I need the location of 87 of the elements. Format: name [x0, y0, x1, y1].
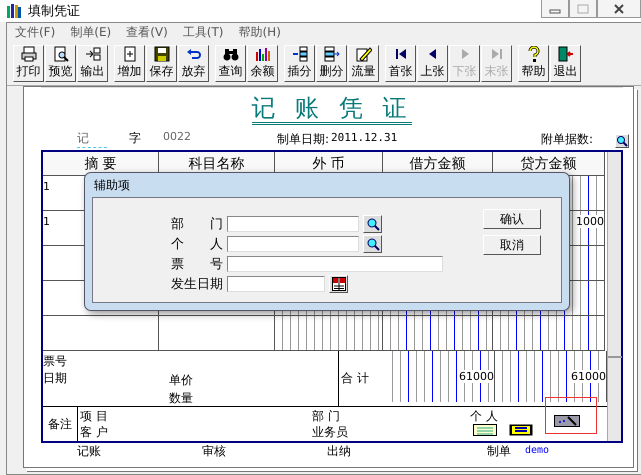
search-icon: [616, 135, 628, 147]
customer-label: 客 户: [80, 424, 108, 440]
close-button[interactable]: [597, 0, 641, 18]
field-label: 票 号: [171, 256, 223, 273]
person-label: 个 人: [469, 408, 498, 424]
dialog-button[interactable]: 取消: [483, 235, 541, 255]
calendar-icon: [332, 277, 346, 291]
toolbar-button[interactable]: 输出: [77, 44, 108, 82]
scrollbar[interactable]: [607, 152, 621, 441]
minimize-button[interactable]: [541, 0, 569, 18]
toolbar-button[interactable]: 上张: [417, 44, 448, 82]
maximize-icon: [577, 4, 589, 14]
export-icon: [84, 46, 100, 62]
signature-label: 制单: [487, 443, 511, 459]
toolbar-button[interactable]: 查询: [215, 44, 246, 82]
pencil-paper-icon: [356, 46, 372, 62]
menu-item[interactable]: 制单(E): [70, 24, 112, 40]
close-icon: [613, 4, 625, 14]
input-field[interactable]: [227, 256, 443, 272]
voucher-type-field[interactable]: 记: [77, 130, 107, 148]
search-icon: [366, 237, 380, 251]
debit-total: 61000: [459, 370, 494, 383]
quantity-label: 数量: [169, 390, 193, 407]
scrollbar-thumb[interactable]: [608, 356, 622, 358]
question-mark-icon: [526, 46, 542, 62]
toolbar-button[interactable]: 删分: [316, 44, 347, 82]
department-label: 部 门: [312, 408, 340, 424]
calendar-button[interactable]: [329, 275, 348, 293]
toolbar-button[interactable]: 增加: [114, 44, 145, 82]
binoculars-icon: [222, 46, 238, 62]
toolbar-button[interactable]: 放弃: [178, 44, 209, 82]
screen-icon[interactable]: [509, 424, 533, 436]
signature-label: 审核: [202, 443, 226, 459]
signature-label: 出纳: [327, 443, 351, 459]
toolbar-button[interactable]: 帮助: [518, 44, 549, 82]
menu-item[interactable]: 文件(F): [15, 24, 56, 40]
lookup-button[interactable]: [363, 215, 382, 233]
pen-card-icon[interactable]: [554, 414, 580, 426]
menu-item[interactable]: 查看(V): [126, 24, 168, 40]
signature-label: 记账: [77, 443, 101, 459]
input-field[interactable]: [227, 216, 359, 232]
split-rows-icon: [324, 46, 340, 62]
books-icon: [6, 3, 22, 19]
voucher-number: 0022: [163, 130, 191, 145]
lookup-button[interactable]: [363, 235, 382, 253]
input-field[interactable]: [227, 276, 325, 292]
dialog-button[interactable]: 确认: [483, 209, 541, 229]
insert-rows-icon: [292, 46, 308, 62]
date-label: 日期: [43, 370, 68, 387]
credit-total: 61000: [571, 370, 606, 383]
voucher-type-label: 字: [129, 130, 141, 147]
attachments-label: 附单据数:: [540, 131, 593, 148]
toolbar-button[interactable]: 预览: [45, 44, 76, 82]
field-label: 部 门: [171, 216, 223, 233]
date-value: 2011.12.31: [331, 131, 398, 146]
dialog-title: 辅助项: [93, 177, 131, 194]
salesperson-label: 业务员: [312, 424, 348, 440]
toolbar-button[interactable]: 保存: [146, 44, 177, 82]
printer-icon: [20, 46, 36, 62]
search-icon: [366, 217, 380, 231]
field-label: 个 人: [171, 236, 223, 253]
toolbar-button[interactable]: 余额: [247, 44, 278, 82]
page-magnifier-icon: [52, 46, 68, 62]
menu-item[interactable]: 帮助(H): [238, 24, 281, 40]
project-label: 项 目: [80, 408, 108, 424]
toolbar-button[interactable]: 退出: [550, 44, 581, 82]
toolbar-button[interactable]: 流量: [348, 44, 379, 82]
unit-price-label: 单价: [169, 372, 193, 389]
undo-arrow-icon: [186, 46, 202, 62]
total-label: 合 计: [341, 370, 369, 387]
bar-chart-icon: [254, 46, 270, 62]
door-exit-icon: [558, 46, 574, 62]
card-icon[interactable]: [473, 424, 497, 436]
search-button[interactable]: [615, 134, 629, 148]
input-field[interactable]: [227, 236, 359, 252]
menu-item[interactable]: 工具(T): [182, 24, 224, 40]
toolbar-button[interactable]: 插分: [284, 44, 315, 82]
invoice-label: 票号: [43, 353, 68, 370]
toolbar-button[interactable]: 打印: [13, 44, 44, 82]
signature-value: demo: [525, 444, 550, 458]
remarks-label: 备注: [48, 416, 72, 432]
date-label: 制单日期:: [277, 131, 330, 148]
field-label: 发生日期: [171, 276, 223, 293]
voucher-title: 记 账 凭 证: [252, 94, 412, 125]
new-page-icon: [122, 46, 138, 62]
toolbar-button[interactable]: 首张: [385, 44, 416, 82]
window-title: 填制凭证: [28, 3, 80, 20]
